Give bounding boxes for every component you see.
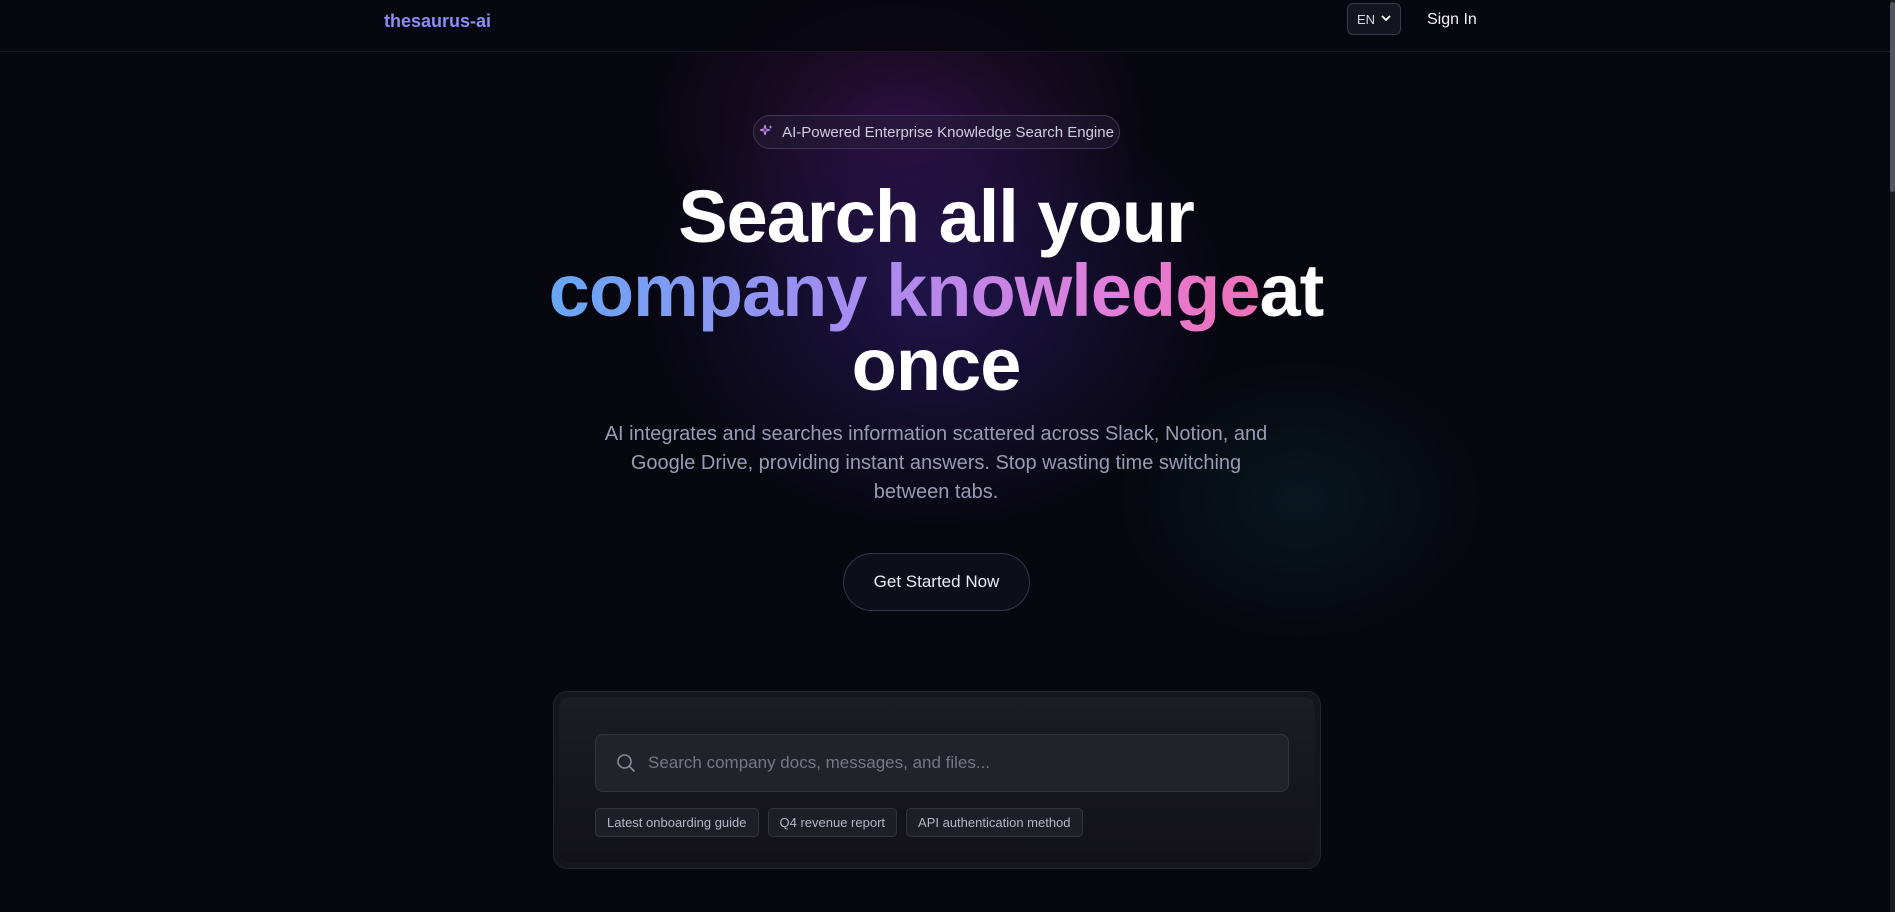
suggestion-chip[interactable]: Latest onboarding guide: [595, 808, 759, 837]
suggestion-chip[interactable]: API authentication method: [906, 808, 1083, 837]
search-card-inner: Latest onboarding guide Q4 revenue repor…: [559, 697, 1315, 863]
logo[interactable]: thesaurus-ai: [384, 10, 491, 32]
hero-badge-label: AI-Powered Enterprise Knowledge Search E…: [782, 123, 1114, 141]
headline-line-3: once: [851, 323, 1022, 406]
chevron-down-icon: [1381, 14, 1391, 25]
headline-after-text: at: [1259, 249, 1325, 332]
get-started-button[interactable]: Get Started Now: [843, 553, 1030, 611]
language-select[interactable]: EN: [1347, 3, 1401, 35]
suggestion-chips: Latest onboarding guide Q4 revenue repor…: [595, 808, 1083, 837]
page-scrollbar[interactable]: [1890, 0, 1895, 912]
search-card: Latest onboarding guide Q4 revenue repor…: [553, 691, 1321, 869]
hero-subtext: AI integrates and searches information s…: [604, 423, 1268, 503]
headline-line-1: Search all your: [678, 175, 1195, 258]
sign-in-link[interactable]: Sign In: [1427, 10, 1477, 30]
suggestion-chip[interactable]: Q4 revenue report: [767, 808, 898, 837]
headline-gradient-text: company knowledge: [548, 249, 1261, 332]
scrollbar-thumb[interactable]: [1890, 2, 1895, 192]
language-value: EN: [1356, 11, 1376, 27]
search-input[interactable]: [648, 753, 1288, 773]
top-navbar: thesaurus-ai EN Sign In: [0, 0, 1890, 52]
hero-badge: AI-Powered Enterprise Knowledge Search E…: [753, 115, 1120, 149]
headline-line-2: company knowledgeat: [500, 254, 1372, 328]
search-box[interactable]: [595, 734, 1289, 792]
hero-headline: Search all your company knowledgeat once: [500, 180, 1372, 402]
sparkle-icon: [759, 124, 773, 141]
search-icon: [616, 752, 638, 774]
